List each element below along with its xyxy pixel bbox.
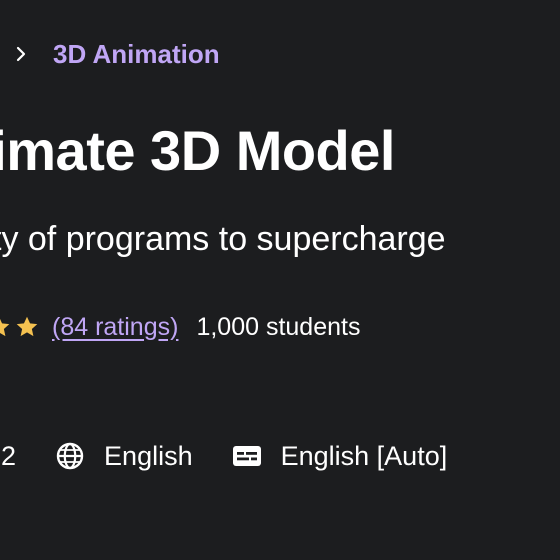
students-count: 1,000 students bbox=[196, 312, 361, 341]
chevron-right-icon bbox=[7, 42, 37, 66]
course-meta: 22 English bbox=[0, 436, 447, 476]
star-icon bbox=[0, 314, 12, 340]
breadcrumb-item-3d-animation[interactable]: 3D Animation bbox=[53, 39, 220, 70]
closed-captions-icon bbox=[231, 440, 263, 472]
rating-row: (84 ratings) 1,000 students bbox=[0, 308, 360, 346]
course-headline: ty of programs to supercharge bbox=[0, 220, 446, 258]
course-language: English bbox=[54, 440, 193, 472]
course-captions-text: English [Auto] bbox=[280, 440, 448, 471]
breadcrumb: ion 3D Animation bbox=[0, 36, 220, 72]
course-title: ltimate 3D Model bbox=[0, 119, 395, 182]
ratings-count-link[interactable]: (84 ratings) bbox=[52, 313, 178, 342]
course-header: ion 3D Animation ltimate 3D Model ty of … bbox=[0, 0, 560, 560]
last-updated: 22 bbox=[0, 441, 16, 472]
star-rating bbox=[0, 314, 40, 340]
last-updated-text: 22 bbox=[0, 440, 17, 471]
course-language-text: English bbox=[104, 440, 193, 471]
globe-icon bbox=[54, 440, 86, 472]
course-captions: English [Auto] bbox=[231, 440, 448, 472]
star-icon bbox=[14, 314, 40, 340]
